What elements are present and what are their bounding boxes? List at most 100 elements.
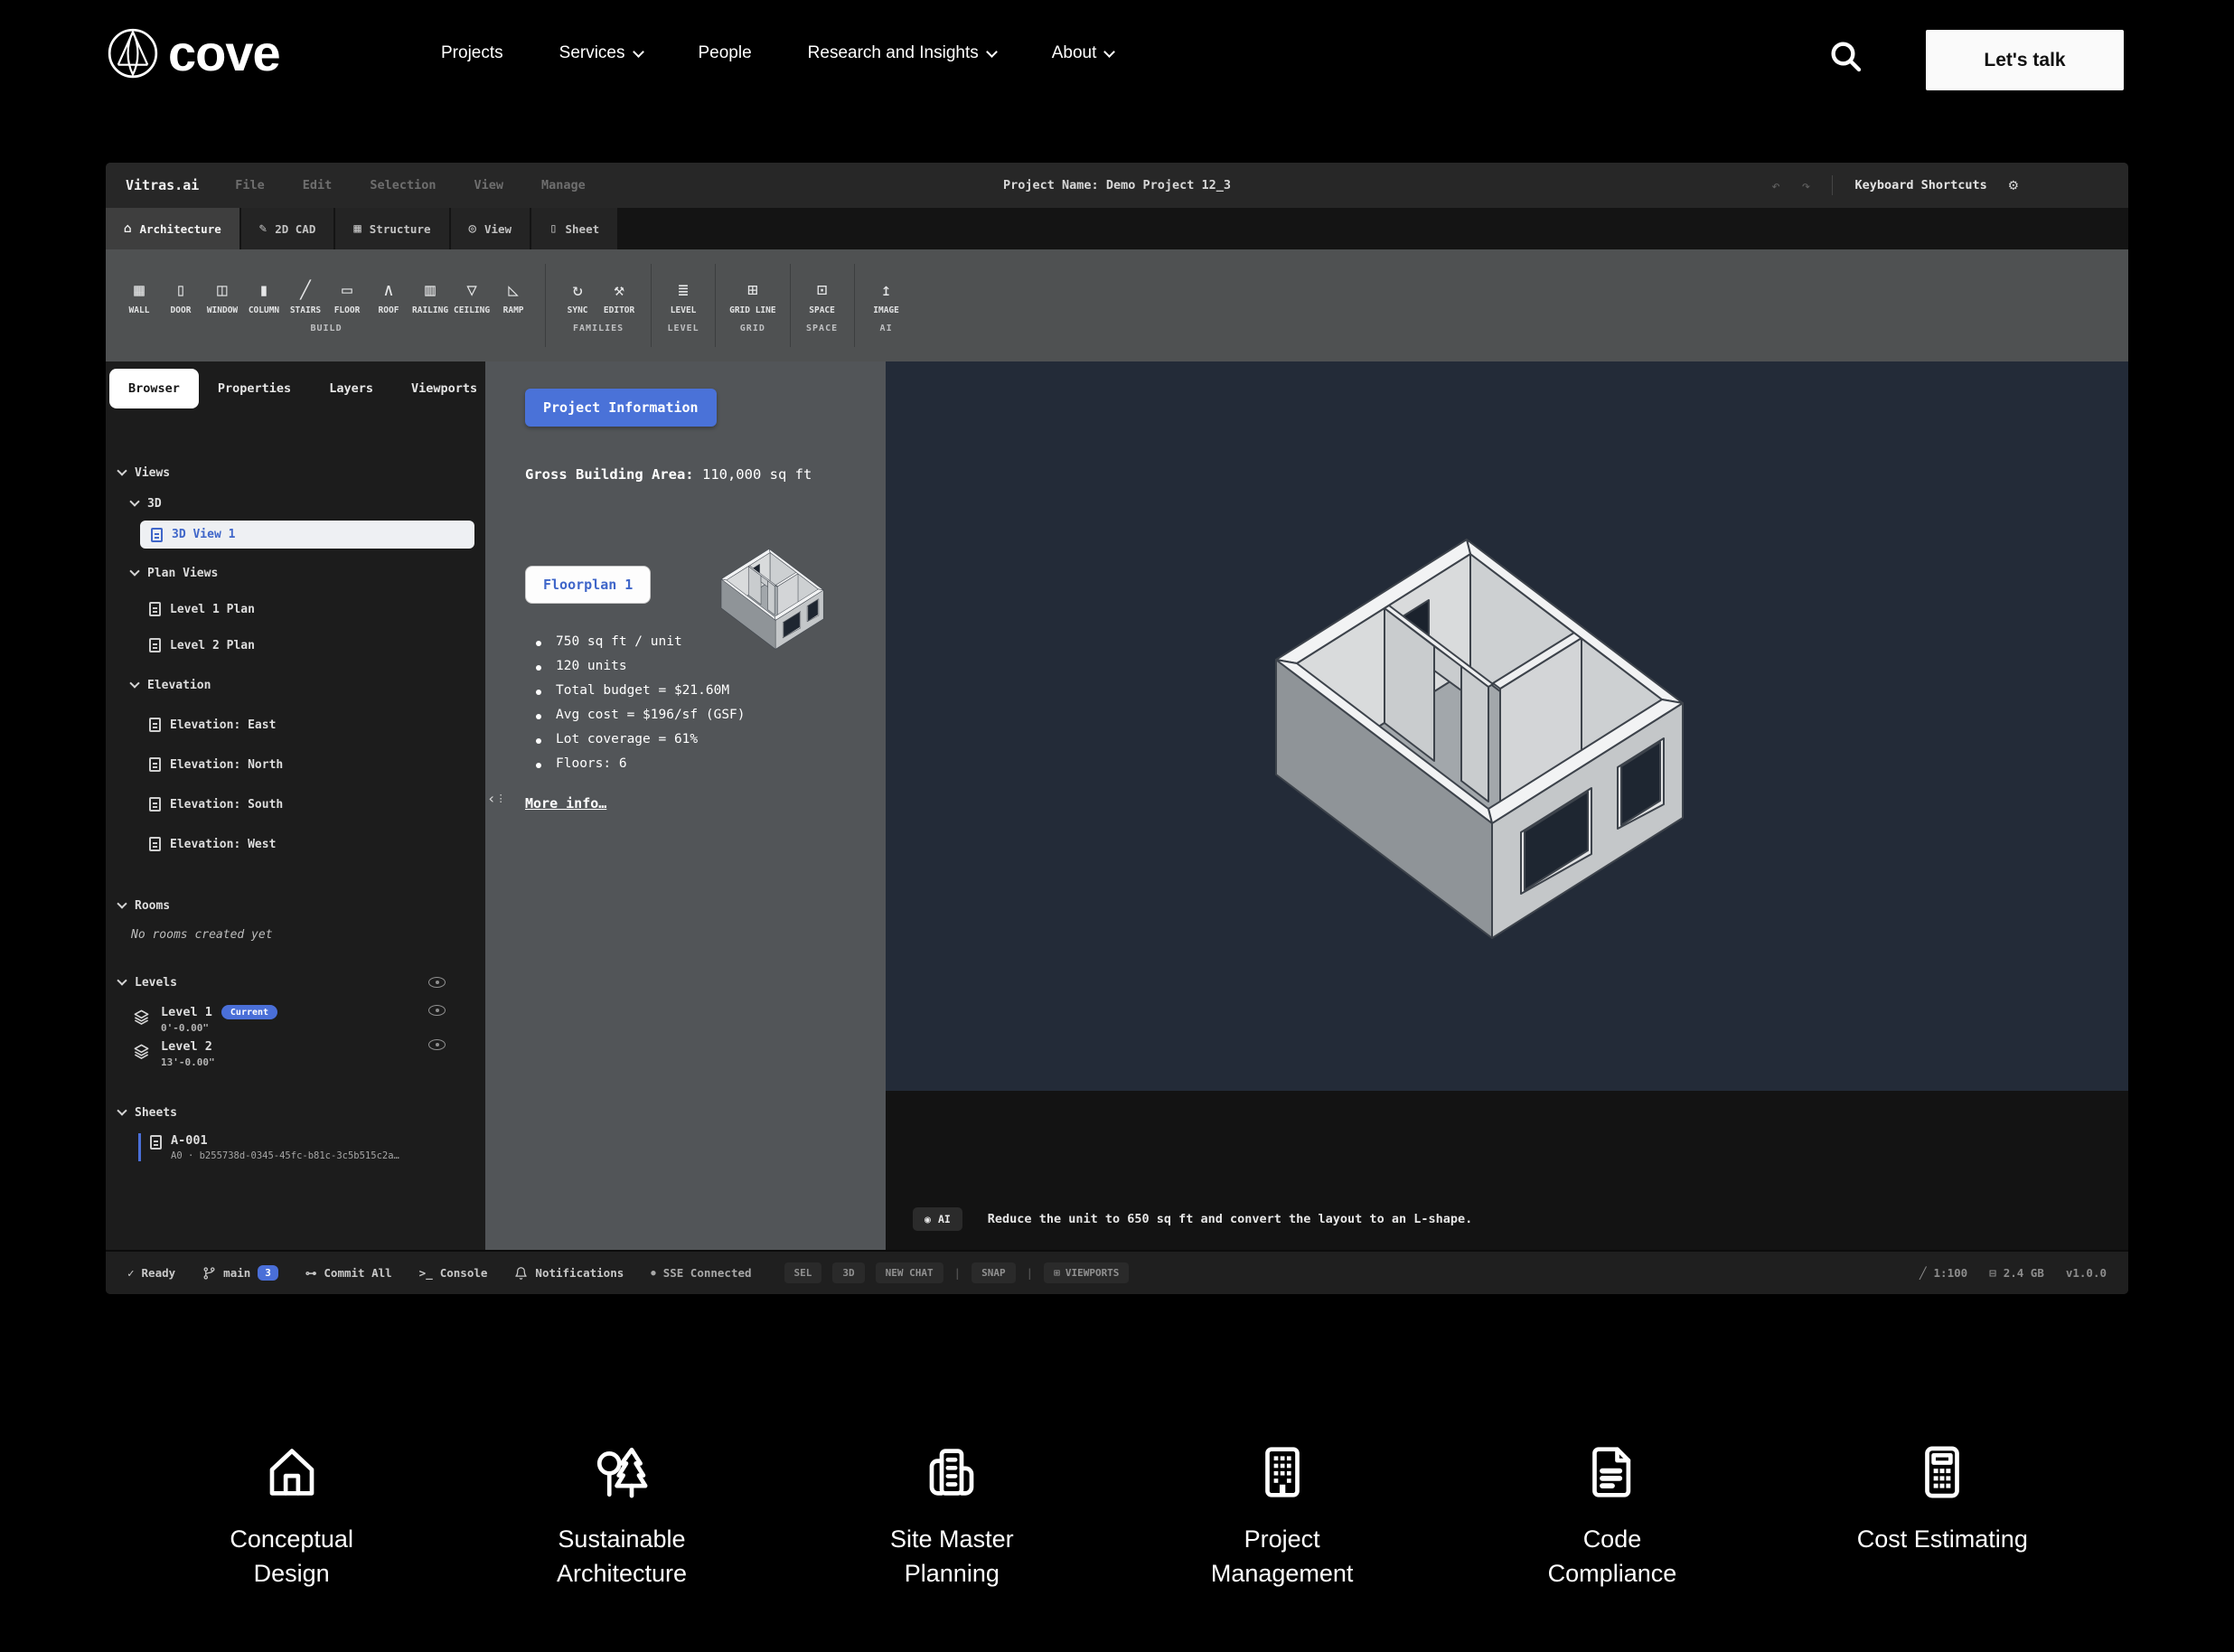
ribbon-tool[interactable]: ╱ STAIRS	[285, 278, 326, 315]
tree-section-plan-views[interactable]: Plan Views	[131, 561, 485, 585]
more-info-link[interactable]: More info…	[525, 795, 606, 812]
new-chat-chip[interactable]: NEW CHAT	[876, 1262, 943, 1283]
ribbon-tool[interactable]: ⊡ SPACE	[802, 278, 843, 315]
ribbon-tool[interactable]: ▮ COLUMN	[243, 278, 285, 315]
memory-indicator: ⊟ 2.4 GB	[1989, 1266, 2044, 1280]
viewports-chip[interactable]: ⊞ VIEWPORTS	[1044, 1262, 1129, 1283]
nav-item-projects[interactable]: Projects	[441, 43, 503, 63]
nav-item-research[interactable]: Research and Insights	[808, 43, 996, 63]
ribbon-tool[interactable]: ▯ DOOR	[160, 278, 202, 315]
status-dot-icon: ●	[651, 1269, 655, 1278]
tree-item-plan[interactable]: Level 2 Plan	[149, 634, 485, 657]
3d-viewport[interactable]	[886, 361, 2128, 1091]
level-row-2[interactable]: Level 2 13'-0.00"	[133, 1039, 485, 1068]
project-information-button[interactable]: Project Information	[525, 389, 717, 427]
scale-indicator: ╱ 1:100	[1920, 1266, 1967, 1280]
commit-all-button[interactable]: ⊶ Commit All	[305, 1266, 392, 1280]
sidebar-tab-viewports[interactable]: Viewports	[392, 369, 496, 408]
notifications-button[interactable]: Notifications	[514, 1266, 624, 1281]
ribbon-tool[interactable]: ◫ WINDOW	[202, 278, 243, 315]
sidebar-tab-layers[interactable]: Layers	[310, 369, 392, 408]
redo-icon[interactable]: ↷	[1802, 177, 1811, 194]
menu-item[interactable]: Edit	[303, 178, 333, 192]
tab-structure[interactable]: ▦ Structure	[335, 208, 448, 249]
visibility-eye-icon[interactable]	[428, 1005, 446, 1016]
panel-collapse-handle[interactable]: ‹⋮	[487, 790, 506, 807]
cove-logo[interactable]: cove	[107, 23, 280, 82]
ruler-icon: ╱	[1920, 1266, 1927, 1280]
keyboard-shortcuts-button[interactable]: Keyboard Shortcuts	[1854, 178, 1986, 192]
building-icon	[1253, 1442, 1312, 1502]
3d-chip[interactable]: 3D	[832, 1262, 864, 1283]
feature-site-master-planning: Site Master Planning	[787, 1442, 1117, 1591]
ribbon-tool[interactable]: ▽ CEILING	[451, 278, 493, 315]
lets-talk-button[interactable]: Let's talk	[1926, 30, 2124, 90]
space-icon: ⊡	[817, 278, 827, 302]
level-elevation: 0'-0.00"	[161, 1022, 277, 1034]
nav-item-services[interactable]: Services	[559, 43, 643, 63]
floorplan-stat: 120 units	[532, 659, 886, 673]
tree-section-rooms[interactable]: Rooms	[118, 894, 485, 917]
tool-icon: ◫	[217, 278, 227, 302]
tree-item-3d-view-1-selected[interactable]: 3D View 1	[140, 521, 474, 549]
ribbon-tool[interactable]: ▥ RAILING	[409, 278, 451, 315]
ribbon-tool[interactable]: ▦ WALL	[118, 278, 160, 315]
tree-section-sheets[interactable]: Sheets	[118, 1101, 485, 1124]
layers-icon: ≣	[678, 278, 688, 302]
menu-item[interactable]: Selection	[370, 178, 436, 192]
ribbon-tool[interactable]: ↻ SYNC	[557, 278, 598, 315]
ribbon-tool[interactable]: ◺ RAMP	[493, 278, 534, 315]
group-label: BUILD	[310, 324, 342, 333]
sidebar-tab-browser[interactable]: Browser	[109, 369, 199, 408]
tab-view[interactable]: ◎ View	[451, 208, 530, 249]
nav-item-about[interactable]: About	[1052, 43, 1114, 63]
floorplan-stat: Total budget = $21.60M	[532, 683, 886, 698]
tree-section-3d[interactable]: 3D	[131, 492, 485, 515]
tab-architecture[interactable]: ⌂ Architecture	[106, 208, 239, 249]
tab-2d-cad[interactable]: ✎ 2D CAD	[241, 208, 334, 249]
ribbon-tool[interactable]: ⚒ EDITOR	[598, 278, 640, 315]
file-icon	[151, 528, 163, 542]
sheet-item-a001[interactable]: A-001 A0 · b255738d-0345-45fc-b81c-3c5b5…	[138, 1133, 485, 1161]
sidebar-tab-properties[interactable]: Properties	[199, 369, 310, 408]
tree-section-elevation[interactable]: Elevation	[131, 673, 485, 697]
visibility-eye-icon[interactable]	[428, 977, 446, 988]
tree-item-plan[interactable]: Level 1 Plan	[149, 597, 485, 621]
menu-item[interactable]: File	[235, 178, 265, 192]
floorplan-button[interactable]: Floorplan 1	[525, 566, 651, 604]
undo-icon[interactable]: ↶	[1771, 177, 1780, 194]
file-icon	[149, 602, 161, 616]
ribbon-group-grid: ⊞ GRID LINE GRID	[727, 278, 778, 333]
cove-logo-icon	[107, 27, 159, 80]
tab-sheet[interactable]: ▯ Sheet	[531, 208, 617, 249]
sel-chip[interactable]: SEL	[784, 1262, 822, 1283]
nav-item-people[interactable]: People	[699, 43, 752, 63]
gear-icon[interactable]: ⚙	[2009, 176, 2018, 194]
snap-chip[interactable]: SNAP	[972, 1262, 1016, 1283]
ribbon-tool[interactable]: ▭ FLOOR	[326, 278, 368, 315]
menu-item[interactable]: Manage	[541, 178, 586, 192]
tree-item-elevation[interactable]: Elevation: East	[149, 713, 485, 737]
tree-section-levels[interactable]: Levels	[118, 971, 485, 994]
tree-item-elevation[interactable]: Elevation: West	[149, 832, 485, 856]
menu-item[interactable]: View	[474, 178, 503, 192]
divider: |	[954, 1266, 962, 1280]
ribbon-tool[interactable]: ∧ ROOF	[368, 278, 409, 315]
tree-section-views[interactable]: Views	[118, 461, 485, 484]
tree-item-elevation[interactable]: Elevation: South	[149, 793, 485, 816]
tool-icon: ∧	[383, 278, 393, 302]
ribbon-tool[interactable]: ↥ IMAGE	[866, 278, 907, 315]
ribbon-tool[interactable]: ⊞ GRID LINE	[727, 278, 778, 315]
visibility-eye-icon[interactable]	[428, 1039, 446, 1050]
rooms-empty-state: No rooms created yet	[131, 928, 485, 942]
ribbon-tool[interactable]: ≣ LEVEL	[662, 278, 704, 315]
tree-item-elevation[interactable]: Elevation: North	[149, 753, 485, 776]
search-icon[interactable]	[1827, 38, 1863, 74]
git-branch-indicator[interactable]: main 3	[202, 1265, 278, 1281]
console-button[interactable]: >_ Console	[419, 1266, 488, 1280]
level-row-1[interactable]: Level 1 Current 0'-0.00"	[133, 1005, 485, 1034]
eye-icon: ◎	[469, 221, 476, 236]
file-icon	[149, 837, 161, 851]
pencil-icon: ✎	[259, 221, 267, 236]
divider	[715, 264, 716, 347]
